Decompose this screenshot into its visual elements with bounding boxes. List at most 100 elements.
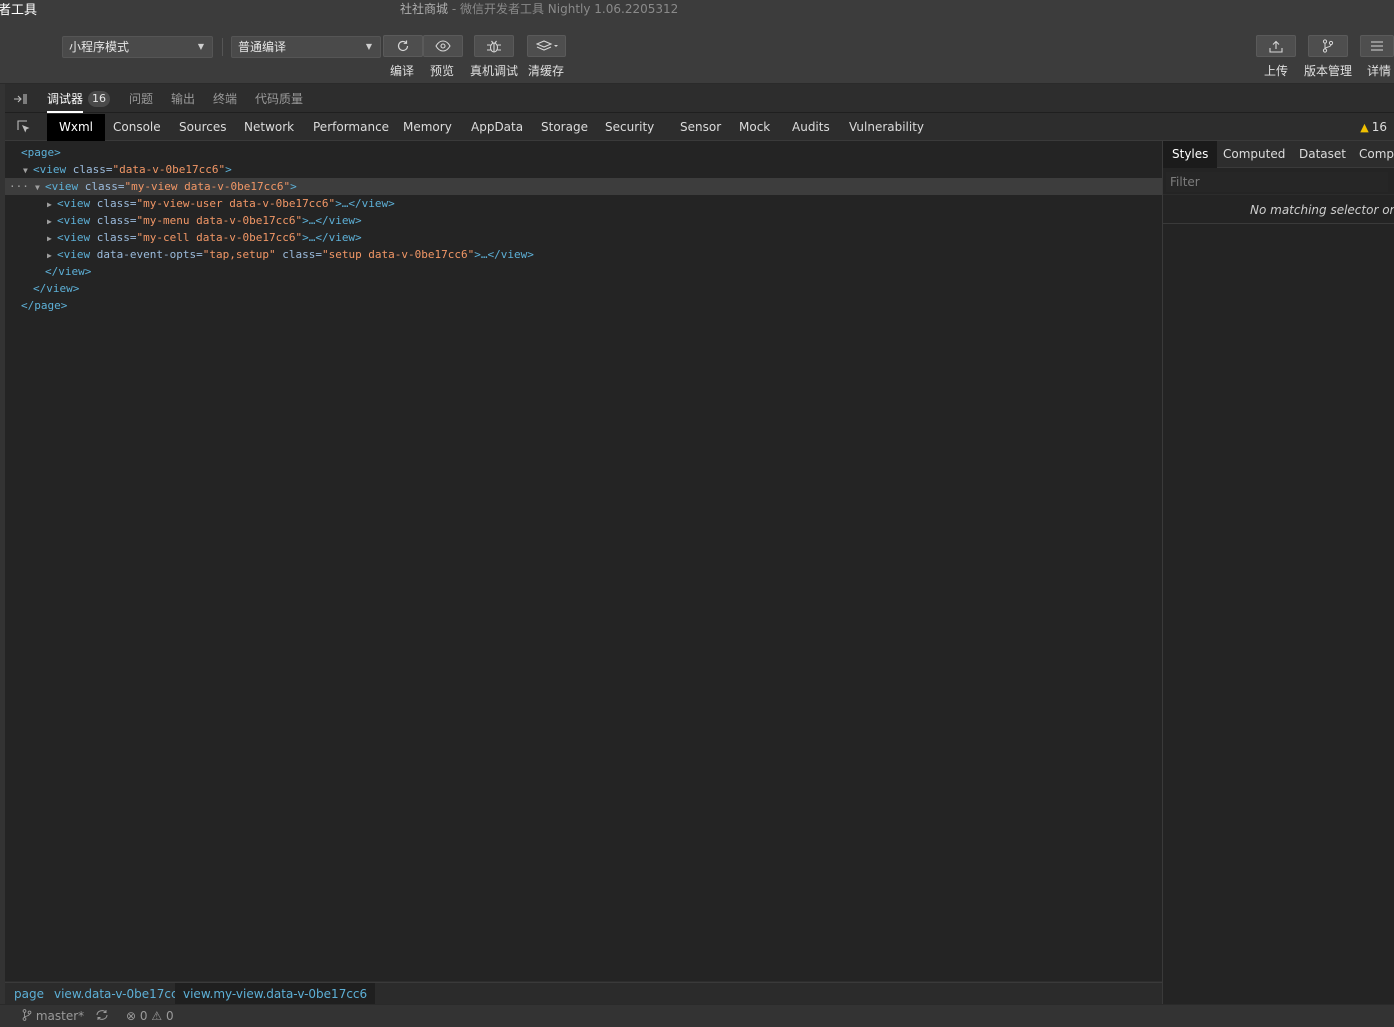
- tab-vulnerability[interactable]: Vulnerability: [849, 114, 924, 141]
- tab-debugger[interactable]: 调试器: [47, 85, 84, 113]
- problems-status[interactable]: ⊗ 0 ⚠ 0: [126, 1005, 174, 1027]
- git-branch-status[interactable]: master*: [22, 1005, 84, 1027]
- tree-node-page-close[interactable]: </page>: [5, 297, 1162, 314]
- tab-appdata[interactable]: AppData: [471, 114, 523, 141]
- compile-mode-select[interactable]: 普通编译 ▼: [231, 36, 381, 58]
- tab-computed[interactable]: Computed: [1223, 141, 1285, 168]
- upload-button[interactable]: [1256, 35, 1296, 57]
- tree-node-view-close-outer[interactable]: </view>: [5, 280, 1162, 297]
- mode-select-value: 小程序模式: [69, 40, 130, 54]
- tab-memory[interactable]: Memory: [403, 114, 452, 141]
- tree-node-my-view-selected[interactable]: ··· ▼ <view class="my-view data-v-0be17cc…: [5, 178, 1162, 195]
- sync-icon[interactable]: [95, 1005, 109, 1027]
- tab-output[interactable]: 输出: [171, 85, 195, 113]
- details-label: 详情: [1367, 64, 1392, 78]
- tab-audits[interactable]: Audits: [792, 114, 830, 141]
- tree-node-view-root[interactable]: ▼ <view class="data-v-0be17cc6">: [5, 161, 1162, 178]
- compile-label: 编译: [390, 64, 415, 78]
- status-bar: master* ⊗ 0 ⚠ 0: [0, 1004, 1394, 1027]
- upload-label: 上传: [1264, 64, 1289, 78]
- element-picker-icon[interactable]: [17, 120, 31, 137]
- clear-cache-label: 清缓存: [528, 64, 565, 78]
- breadcrumb-view-my-view[interactable]: view.my-view.data-v-0be17cc6: [175, 983, 376, 1005]
- version-label: 版本管理: [1304, 64, 1353, 78]
- page-open-tag: <page>: [21, 146, 61, 159]
- tab-network[interactable]: Network: [244, 114, 294, 141]
- tab-storage[interactable]: Storage: [541, 114, 588, 141]
- wxml-tree: <page> ▼ <view class="data-v-0be17cc6"> ·…: [5, 141, 1162, 981]
- branch-name: master*: [35, 1009, 85, 1023]
- main-toolbar: 小程序模式 ▼ 普通编译 ▼ 编译 预览 真机调试 清缓存 上传 版本管理 详情: [0, 16, 1394, 84]
- tab-styles[interactable]: Styles: [1163, 141, 1218, 168]
- title-separator: -: [448, 2, 460, 16]
- git-branch-icon: [1322, 39, 1334, 53]
- tree-node-my-view-user[interactable]: ▶ <view class="my-view-user data-v-0be17c…: [5, 195, 1162, 212]
- tree-node-my-menu[interactable]: ▶ <view class="my-menu data-v-0be17cc6">……: [5, 212, 1162, 229]
- tab-code-quality[interactable]: 代码质量: [255, 85, 303, 113]
- collapse-triangle-icon[interactable]: ▶: [47, 196, 57, 213]
- tab-issues[interactable]: 问题: [129, 85, 153, 113]
- warning-count-status: 0: [165, 1009, 174, 1023]
- breadcrumb: page view.data-v-0be17cc6 view.my-view.d…: [5, 982, 1162, 1005]
- chevron-down-icon: ▼: [197, 42, 204, 51]
- warning-icon: ⚠: [151, 1009, 163, 1023]
- tab-component[interactable]: Compo: [1359, 141, 1394, 168]
- styles-sidebar: Styles Computed Dataset Compo No matchin…: [1162, 141, 1394, 1004]
- styles-filter: [1163, 169, 1394, 195]
- details-button[interactable]: [1360, 35, 1394, 57]
- tab-mock[interactable]: Mock: [739, 114, 770, 141]
- tab-dataset[interactable]: Dataset: [1299, 141, 1346, 168]
- menu-icon: [1371, 41, 1383, 51]
- tree-node-my-cell[interactable]: ▶ <view class="my-cell data-v-0be17cc6">……: [5, 229, 1162, 246]
- sidebar-tab-bar: Styles Computed Dataset Compo: [1163, 141, 1394, 168]
- mode-select[interactable]: 小程序模式 ▼: [62, 36, 213, 58]
- expand-triangle-icon[interactable]: ▼: [35, 179, 45, 196]
- tree-node-view-close-inner[interactable]: </view>: [5, 263, 1162, 280]
- tree-node-setup[interactable]: ▶ <view data-event-opts="tap,setup" class…: [5, 246, 1162, 263]
- compile-button[interactable]: [383, 35, 423, 57]
- git-branch-icon: [22, 1009, 32, 1021]
- preview-button[interactable]: [423, 35, 463, 57]
- tab-security[interactable]: Security: [605, 114, 654, 141]
- preview-label: 预览: [430, 64, 455, 78]
- devtools-panel-tabs: Wxml Console Sources Network Performance…: [5, 114, 1394, 141]
- warning-icon: ▲: [1360, 121, 1369, 134]
- more-icon[interactable]: ···: [9, 178, 29, 195]
- debugger-count-badge: 16: [88, 91, 110, 107]
- error-icon: ⊗: [126, 1009, 137, 1023]
- clear-cache-button[interactable]: [527, 35, 566, 57]
- tab-sensor[interactable]: Sensor: [680, 114, 721, 141]
- eye-icon: [435, 40, 451, 52]
- window-title: 社社商城 - 微信开发者工具 Nightly 1.06.2205312: [400, 0, 678, 17]
- warning-count: 16: [1371, 120, 1387, 134]
- filter-input[interactable]: [1166, 172, 1388, 192]
- no-matching-message: No matching selector or style: [1163, 197, 1394, 224]
- tab-wxml[interactable]: Wxml: [47, 114, 105, 141]
- error-count: 0: [139, 1009, 148, 1023]
- real-device-debug-button[interactable]: [474, 35, 514, 57]
- tab-terminal[interactable]: 终端: [213, 85, 237, 113]
- version-control-button[interactable]: [1308, 35, 1348, 57]
- tab-performance[interactable]: Performance: [313, 114, 389, 141]
- window-title-text: 微信开发者工具 Nightly 1.06.2205312: [459, 2, 679, 16]
- collapse-triangle-icon[interactable]: ▶: [47, 213, 57, 230]
- debugger-tab-bar: 调试器 16 问题 输出 终端 代码质量: [5, 85, 1394, 113]
- tab-console[interactable]: Console: [113, 114, 161, 141]
- tab-sources[interactable]: Sources: [179, 114, 226, 141]
- collapse-triangle-icon[interactable]: ▶: [47, 230, 57, 247]
- compile-select-value: 普通编译: [238, 40, 287, 54]
- toolbar-divider: [222, 38, 223, 56]
- dock-side-icon[interactable]: [13, 92, 27, 109]
- bug-icon: [487, 40, 501, 53]
- refresh-icon: [397, 40, 409, 52]
- collapse-triangle-icon[interactable]: ▶: [47, 247, 57, 264]
- warning-counter[interactable]: ▲ 16: [1360, 114, 1387, 141]
- layers-icon: [535, 40, 558, 51]
- tree-node-page[interactable]: <page>: [5, 144, 1162, 161]
- expand-triangle-icon[interactable]: ▼: [23, 162, 33, 179]
- title-bar: 者工具 社社商城 - 微信开发者工具 Nightly 1.06.2205312: [0, 0, 1394, 18]
- chevron-down-icon: ▼: [365, 42, 372, 51]
- upload-icon: [1269, 40, 1283, 53]
- breadcrumb-view-root[interactable]: view.data-v-0be17cc6: [46, 983, 193, 1005]
- project-name: 社社商城: [400, 2, 449, 16]
